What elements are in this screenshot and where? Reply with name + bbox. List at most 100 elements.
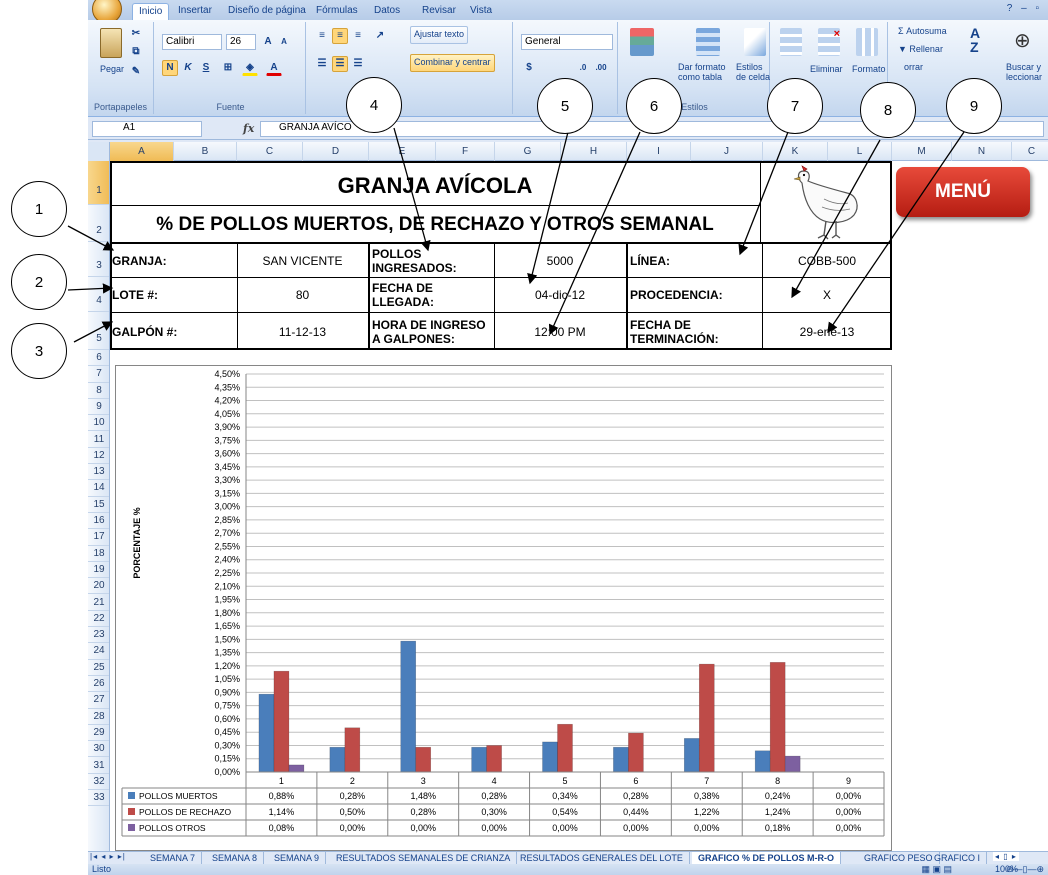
align-middle-icon[interactable]: ≡ bbox=[332, 28, 348, 44]
row-header-26[interactable]: 26 bbox=[88, 676, 109, 693]
chart-area[interactable]: 0,00% 0,15% 0,30% 0,45% 0,60% 0,75% 0,90% 1,05%… bbox=[115, 365, 892, 851]
sheet-tab-semana-9[interactable]: SEMANA 9 bbox=[268, 852, 327, 864]
font-name-select[interactable]: Calibri bbox=[162, 34, 222, 50]
tab-insertar[interactable]: Insertar bbox=[172, 3, 218, 20]
tab-inicio[interactable]: Inicio bbox=[132, 3, 170, 20]
column-header-f[interactable]: F bbox=[436, 142, 495, 161]
orientation-icon[interactable]: ↗ bbox=[372, 28, 388, 44]
row-header-33[interactable]: 33 bbox=[88, 790, 109, 807]
autosum-button[interactable]: Σ Autosuma bbox=[898, 26, 947, 36]
horizontal-scrollbar[interactable]: ◂ ▯ ▸ bbox=[993, 852, 1019, 861]
row-header-31[interactable]: 31 bbox=[88, 758, 109, 774]
shrink-font-button[interactable]: A bbox=[276, 34, 292, 50]
tab-datos[interactable]: Datos bbox=[368, 3, 406, 20]
align-left-icon[interactable]: ☰ bbox=[314, 56, 330, 72]
align-bottom-icon[interactable]: ≡ bbox=[350, 28, 366, 44]
copy-icon[interactable]: ⧉ bbox=[128, 44, 144, 60]
tab-diseno-pagina[interactable]: Diseño de página bbox=[222, 3, 312, 20]
terminacion-value[interactable]: 29-ene-13 bbox=[762, 313, 892, 350]
row-header-25[interactable]: 25 bbox=[88, 660, 109, 676]
procedencia-value[interactable]: X bbox=[762, 278, 892, 312]
llegada-value[interactable]: 04-dic-12 bbox=[494, 278, 626, 312]
column-header-g[interactable]: G bbox=[495, 142, 561, 161]
menu-button[interactable]: MENÚ bbox=[896, 167, 1030, 217]
row-header-3[interactable]: 3 bbox=[88, 242, 109, 277]
zoom-slider[interactable]: ⊖—▯—⊕ bbox=[1006, 864, 1044, 875]
sheet-tab-resultados-generales[interactable]: RESULTADOS GENERALES DEL LOTE bbox=[514, 852, 690, 864]
row-header-4[interactable]: 4 bbox=[88, 277, 109, 312]
cut-icon[interactable]: ✂ bbox=[128, 26, 144, 42]
clear-button[interactable]: orrar bbox=[904, 62, 923, 72]
row-header-5[interactable]: 5 bbox=[88, 312, 109, 350]
row-header-29[interactable]: 29 bbox=[88, 725, 109, 742]
function-icon[interactable]: fx bbox=[243, 122, 254, 135]
sheet-tab-grafico-mro[interactable]: GRAFICO % DE POLLOS M-R-O bbox=[692, 852, 841, 864]
number-format-select[interactable]: General bbox=[521, 34, 613, 50]
column-header-o[interactable]: C bbox=[1012, 142, 1048, 161]
column-header-m[interactable]: M bbox=[892, 142, 952, 161]
row-header-21[interactable]: 21 bbox=[88, 595, 109, 611]
column-header-b[interactable]: B bbox=[174, 142, 237, 161]
column-header-d[interactable]: D bbox=[303, 142, 369, 161]
underline-button[interactable]: S bbox=[198, 60, 214, 76]
sheet-tab-semana-7[interactable]: SEMANA 7 bbox=[144, 852, 203, 864]
name-box[interactable]: A1 bbox=[92, 121, 202, 137]
row-header-18[interactable]: 18 bbox=[88, 546, 109, 562]
row-header-13[interactable]: 13 bbox=[88, 464, 109, 481]
row-header-28[interactable]: 28 bbox=[88, 709, 109, 725]
column-header-h[interactable]: H bbox=[561, 142, 627, 161]
linea-value[interactable]: COBB-500 bbox=[762, 244, 892, 277]
row-header-20[interactable]: 20 bbox=[88, 578, 109, 595]
sheet-tab-grafico-i[interactable]: GRAFICO I bbox=[928, 852, 988, 864]
row-header-10[interactable]: 10 bbox=[88, 415, 109, 432]
increase-decimal-icon[interactable]: .00 bbox=[593, 60, 609, 76]
row-header-15[interactable]: 15 bbox=[88, 497, 109, 513]
window-controls[interactable]: ? – ▫ bbox=[1007, 3, 1042, 14]
paste-button[interactable]: Pegar bbox=[100, 64, 124, 74]
tab-vista[interactable]: Vista bbox=[464, 3, 498, 20]
row-header-6[interactable]: 6 bbox=[88, 350, 109, 367]
fill-button[interactable]: ▼ Rellenar bbox=[898, 44, 943, 54]
row-header-7[interactable]: 7 bbox=[88, 366, 109, 383]
wrap-text-button[interactable]: Ajustar texto bbox=[410, 26, 469, 44]
row-header-14[interactable]: 14 bbox=[88, 480, 109, 497]
italic-button[interactable]: K bbox=[180, 60, 196, 76]
bold-button[interactable]: N bbox=[162, 60, 178, 76]
view-buttons[interactable]: ▦ ▣ ▤ bbox=[921, 864, 952, 875]
align-right-icon[interactable]: ☰ bbox=[350, 56, 366, 72]
font-color-button[interactable]: A bbox=[266, 60, 282, 76]
row-header-22[interactable]: 22 bbox=[88, 611, 109, 628]
paste-icon[interactable] bbox=[100, 28, 122, 58]
row-header-17[interactable]: 17 bbox=[88, 529, 109, 546]
row-header-9[interactable]: 9 bbox=[88, 399, 109, 416]
cell-styles-icon[interactable] bbox=[744, 28, 766, 56]
row-header-1[interactable]: 1 bbox=[88, 161, 109, 205]
row-header-24[interactable]: 24 bbox=[88, 643, 109, 660]
row-header-16[interactable]: 16 bbox=[88, 513, 109, 530]
column-header-k[interactable]: K bbox=[763, 142, 828, 161]
sheet-nav-buttons[interactable]: |◂ ◂ ▸ ▸| bbox=[90, 852, 126, 861]
row-header-19[interactable]: 19 bbox=[88, 562, 109, 579]
hora-value[interactable]: 12:00 PM bbox=[494, 313, 626, 350]
sheet-title[interactable]: GRANJA AVÍCOLA bbox=[110, 161, 760, 205]
fill-color-icon[interactable]: ◈ bbox=[242, 60, 258, 76]
format-table-button[interactable]: Dar formato como tabla bbox=[678, 62, 738, 82]
grow-font-button[interactable]: A bbox=[260, 34, 276, 50]
sheet-tab-resultados-semanales[interactable]: RESULTADOS SEMANALES DE CRIANZA bbox=[330, 852, 518, 864]
conditional-format-icon[interactable] bbox=[630, 28, 654, 56]
column-header-i[interactable]: I bbox=[627, 142, 691, 161]
sort-filter-icon[interactable]: AZ bbox=[970, 26, 990, 58]
format-cells-icon[interactable] bbox=[856, 28, 878, 56]
format-table-icon[interactable] bbox=[696, 28, 720, 56]
find-select-button[interactable]: Buscar y leccionar bbox=[1006, 62, 1048, 82]
binoculars-icon[interactable]: ⊕ bbox=[1014, 28, 1038, 54]
column-header-e[interactable]: E bbox=[369, 142, 436, 161]
row-header-30[interactable]: 30 bbox=[88, 741, 109, 758]
galpon-value[interactable]: 11-12-13 bbox=[237, 313, 368, 350]
delete-cells-icon[interactable]: × bbox=[818, 28, 840, 56]
tab-formulas[interactable]: Fórmulas bbox=[310, 3, 364, 20]
row-header-12[interactable]: 12 bbox=[88, 448, 109, 465]
column-header-j[interactable]: J bbox=[691, 142, 763, 161]
row-header-8[interactable]: 8 bbox=[88, 383, 109, 399]
borders-icon[interactable]: ⊞ bbox=[220, 60, 236, 76]
